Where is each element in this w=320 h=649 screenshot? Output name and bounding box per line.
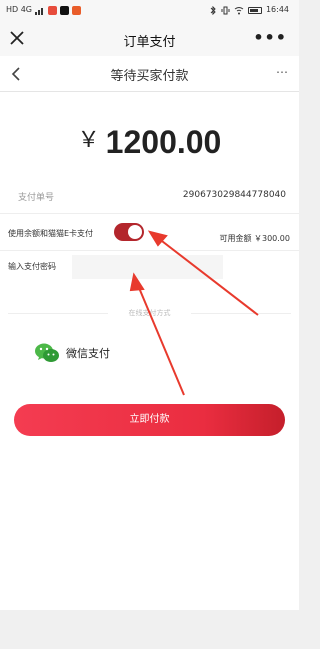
balance-label: 使用余额和猫猫E卡支付 [8, 229, 94, 238]
payment-amount: ￥ 1200.00 [0, 122, 299, 161]
app-notification-icon-1 [48, 5, 58, 15]
app-notification-icon-2 [60, 5, 70, 15]
clock: 16:44 [265, 5, 289, 14]
amount-value: 1200.00 [105, 124, 222, 160]
bluetooth-icon [210, 5, 216, 15]
battery-icon [247, 6, 262, 14]
payment-content: ￥ 1200.00 支付单号 290673029844778040 使用余额和猫猫… [0, 92, 299, 610]
wechat-pay-label: 微信支付 [66, 347, 110, 360]
wechat-pay-option[interactable]: 微信支付 [34, 338, 110, 368]
order-number-value: 290673029844778040 [182, 190, 286, 200]
subbar-more-button[interactable]: ⋯ [276, 65, 289, 79]
top-navbar: 订单支付 ••• [0, 22, 299, 56]
order-status-header: 等待买家付款 ⋯ [0, 56, 299, 92]
more-menu-button[interactable]: ••• [253, 28, 287, 47]
status-bar: HD 4G 16:44 [0, 0, 299, 22]
divider [0, 250, 299, 251]
wifi-icon [234, 6, 244, 14]
app-notification-icon-3 [72, 5, 82, 15]
toggle-knob [128, 225, 142, 239]
divider [0, 213, 299, 214]
network-indicator: HD 4G [6, 5, 33, 14]
order-number-row: 支付单号 290673029844778040 [0, 184, 299, 210]
currency-symbol: ￥ [77, 128, 100, 153]
status-bar-right: 16:44 [210, 5, 289, 15]
section-divider-right [191, 313, 291, 314]
balance-row: 使用余额和猫猫E卡支付 可用金额 ￥300.00 [0, 217, 299, 249]
status-bar-left: HD 4G [6, 5, 82, 15]
pay-now-button[interactable]: 立即付款 [14, 404, 285, 436]
password-row: 输入支付密码 [0, 252, 299, 282]
balance-toggle[interactable] [114, 223, 144, 241]
password-input[interactable] [72, 255, 223, 279]
order-status-title: 等待买家付款 [110, 69, 189, 84]
available-balance: 可用金额 ￥300.00 [219, 234, 290, 243]
signal-icon [35, 7, 44, 15]
order-number-label: 支付单号 [18, 193, 55, 203]
wechat-icon [35, 343, 59, 362]
vibrate-icon [221, 6, 230, 14]
password-label: 输入支付密码 [8, 262, 56, 271]
